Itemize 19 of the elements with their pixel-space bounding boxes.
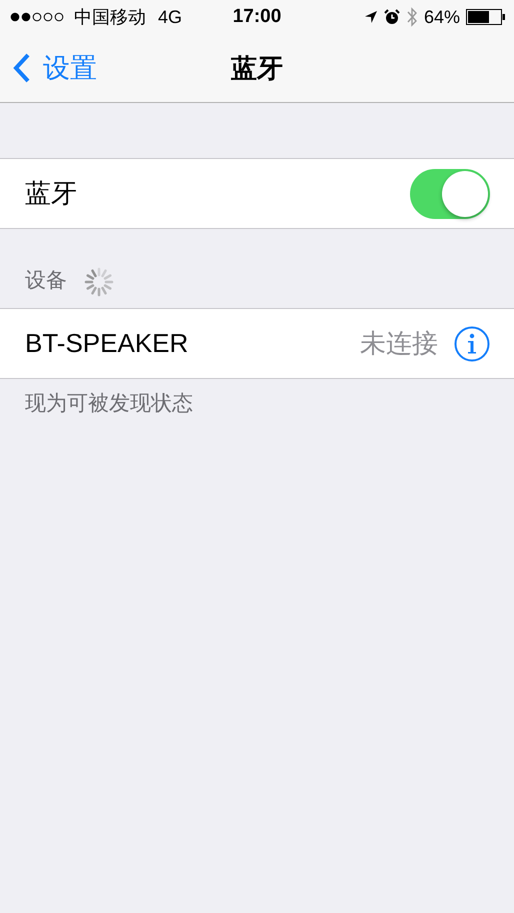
row-label: 蓝牙 [25, 177, 77, 210]
info-icon[interactable] [454, 326, 490, 362]
footer-note: 现为可被发现状态 [25, 392, 193, 415]
connection-status: 未连接 [360, 327, 438, 360]
alarm-clock-icon [384, 9, 400, 25]
device-row[interactable]: BT-SPEAKER 未连接 [0, 308, 514, 379]
bluetooth-switch[interactable] [410, 168, 490, 218]
page-title: 蓝牙 [231, 52, 283, 84]
location-arrow-icon [364, 10, 378, 24]
back-chevron-icon [13, 53, 31, 83]
network-type: 4G [158, 6, 182, 28]
battery-percent: 64% [424, 6, 460, 28]
section-header: 设备 [25, 268, 67, 294]
carrier-name: 中国移动 [74, 6, 146, 29]
back-button[interactable]: 设置 [0, 50, 97, 86]
status-time: 17:00 [232, 6, 282, 28]
battery-icon [466, 9, 506, 25]
device-name: BT-SPEAKER [25, 328, 188, 359]
bluetooth-icon [406, 7, 418, 27]
